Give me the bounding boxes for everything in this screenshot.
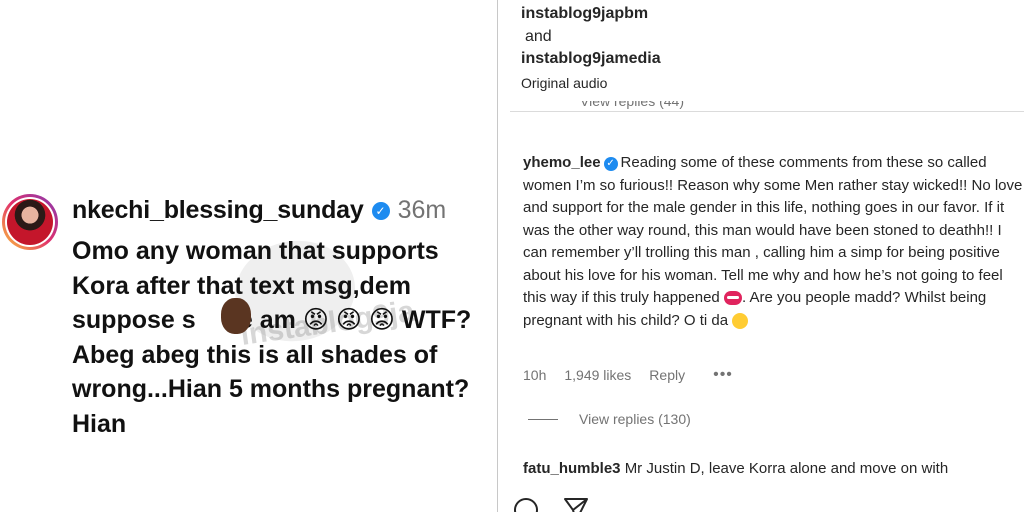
view-replies-button[interactable]: View replies (130) [528, 411, 691, 427]
post-author-avatar[interactable] [2, 194, 58, 250]
embedded-post-screenshot: nkechi_blessing_sunday ✓ 36m instablog9j… [0, 0, 497, 512]
reply-button[interactable]: Reply [649, 367, 685, 383]
send-icon[interactable] [562, 496, 590, 512]
verified-badge-icon: ✓ [603, 157, 618, 171]
comment-meta-row: 10h 1,949 likes Reply ••• [523, 366, 733, 384]
view-replies-cutoff-label: View replies (44) [580, 101, 685, 109]
post-comment-text: Omo any woman that supports Kora after t… [72, 234, 492, 441]
comment-text-part-1: Reading some of these comments from thes… [523, 154, 1023, 306]
action-bar [498, 496, 1024, 512]
collaborator-username-1[interactable]: instablog9japbm [521, 5, 648, 23]
comment-likes-count[interactable]: 1,949 likes [564, 367, 631, 383]
collaborator-and: and [525, 28, 552, 45]
verified-badge-icon: ✓ [371, 201, 390, 220]
comment-username[interactable]: fatu_humble3 [523, 460, 621, 477]
clapping-hands-emoji [732, 312, 749, 329]
view-replies-label: View replies (130) [579, 411, 691, 427]
censor-scribble [221, 298, 251, 334]
post-header: nkechi_blessing_sunday ✓ 36m [72, 196, 446, 225]
face-with-mask-emoji [723, 291, 742, 306]
collaborator-username-2[interactable]: instablog9jamedia [521, 50, 661, 68]
more-options-icon[interactable]: ••• [713, 366, 733, 384]
original-audio-link[interactable]: Original audio [521, 75, 607, 91]
comment-text: Mr Justin D, leave Korra alone and move … [624, 460, 949, 477]
comment-username[interactable]: yhemo_lee [523, 154, 601, 171]
post-timestamp: 36m [397, 196, 447, 224]
header-separator [510, 111, 1024, 112]
comment-item: fatu_humble3 Mr Justin D, leave Korra al… [523, 460, 948, 477]
post-author-username[interactable]: nkechi_blessing_sunday [72, 196, 364, 225]
comments-panel: instablog9japbm and instablog9jamedia Or… [498, 0, 1024, 512]
comment-item: yhemo_lee ✓ Reading some of these comments… [523, 152, 1023, 332]
replies-line [528, 418, 558, 420]
comment-timestamp: 10h [523, 367, 547, 383]
comment-icon[interactable] [512, 496, 540, 512]
